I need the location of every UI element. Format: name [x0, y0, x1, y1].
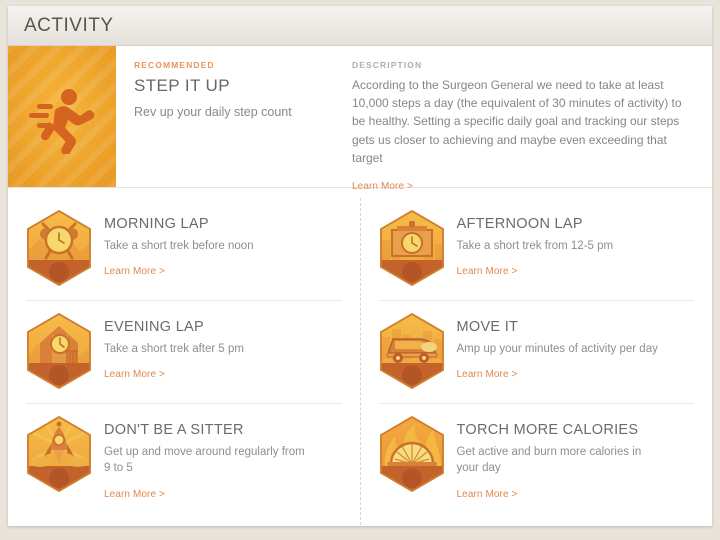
card-column-left: MORNING LAP Take a short trek before noo… — [8, 198, 361, 525]
badge-dont-be-a-sitter — [26, 415, 92, 493]
hero-learn-more-link[interactable]: Learn More > — [352, 181, 413, 192]
page-header: ACTIVITY — [8, 6, 712, 46]
hero-subtitle: Rev up your daily step count — [134, 105, 292, 119]
card-subtitle: Amp up your minutes of activity per day — [456, 343, 658, 355]
page-title: ACTIVITY — [24, 14, 114, 36]
card-title: MOVE IT — [456, 319, 519, 335]
card-subtitle: Take a short trek from 12-5 pm — [456, 240, 614, 252]
card-dont-be-a-sitter[interactable]: DON'T BE A SITTER Get up and move around… — [26, 404, 342, 516]
card-title: DON'T BE A SITTER — [104, 422, 244, 438]
card-title: MORNING LAP — [104, 216, 209, 232]
card-learn-more-link[interactable]: Learn More > — [104, 369, 165, 380]
card-subtitle: Take a short trek before noon — [104, 240, 254, 252]
card-title: AFTERNOON LAP — [456, 216, 583, 232]
hero-tile — [8, 46, 116, 187]
card-subtitle: Get active and burn more calories in you… — [456, 446, 642, 475]
badge-torch-more-calories — [379, 415, 445, 493]
description-label: DESCRIPTION — [352, 60, 423, 70]
running-person-icon — [29, 88, 95, 154]
card-learn-more-link[interactable]: Learn More > — [457, 489, 518, 500]
card-move-it[interactable]: MOVE IT Amp up your minutes of activity … — [378, 301, 694, 404]
card-evening-lap[interactable]: EVENING LAP Take a short trek after 5 pm… — [26, 301, 342, 404]
card-torch-more-calories[interactable]: TORCH MORE CALORIES Get active and burn … — [379, 404, 695, 516]
card-learn-more-link[interactable]: Learn More > — [457, 369, 518, 380]
badge-move-it — [379, 312, 445, 390]
badge-morning-lap — [26, 209, 92, 287]
badge-evening-lap — [26, 312, 92, 390]
card-learn-more-link[interactable]: Learn More > — [104, 489, 165, 500]
activity-panel: ACTIVITY RECOMMENDED STEP IT UP Rev up y… — [8, 6, 712, 526]
card-morning-lap[interactable]: MORNING LAP Take a short trek before noo… — [26, 198, 342, 301]
badge-afternoon-lap — [379, 209, 445, 287]
card-subtitle: Get up and move around regularly from 9 … — [104, 446, 305, 475]
card-learn-more-link[interactable]: Learn More > — [104, 266, 165, 277]
recommended-eyebrow: RECOMMENDED — [134, 60, 215, 70]
hero-title: STEP IT UP — [134, 76, 230, 95]
recommended-hero: RECOMMENDED STEP IT UP Rev up your daily… — [8, 46, 712, 192]
card-afternoon-lap[interactable]: AFTERNOON LAP Take a short trek from 12-… — [378, 198, 694, 301]
card-learn-more-link[interactable]: Learn More > — [457, 266, 518, 277]
card-subtitle: Take a short trek after 5 pm — [104, 343, 244, 355]
card-column-right: AFTERNOON LAP Take a short trek from 12-… — [361, 198, 713, 525]
hero-description: According to the Surgeon General we need… — [352, 78, 682, 165]
card-title: TORCH MORE CALORIES — [456, 422, 639, 438]
card-title: EVENING LAP — [104, 319, 204, 335]
activity-card-grid: MORNING LAP Take a short trek before noo… — [8, 188, 712, 525]
